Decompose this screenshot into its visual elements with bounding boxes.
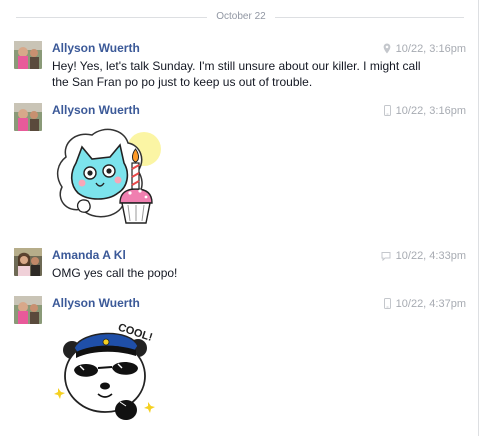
mobile-phone-icon[interactable]: [383, 105, 391, 120]
message-item: Allyson Wuerth 10/22, 4:37pm COOL!: [14, 296, 466, 436]
conversation-thread: October 22 Allyson Wuerth 10/22, 3:16pm …: [0, 0, 479, 436]
mobile-phone-icon[interactable]: [383, 298, 391, 313]
sender-name[interactable]: Allyson Wuerth: [52, 41, 140, 56]
sender-name[interactable]: Allyson Wuerth: [52, 296, 140, 311]
timestamp: 10/22, 4:33pm: [395, 250, 466, 262]
timestamp: 10/22, 3:16pm: [395, 43, 466, 55]
avatar[interactable]: [14, 103, 42, 131]
sender-name[interactable]: Amanda A Kl: [52, 248, 126, 263]
avatar-photo-icon: [14, 103, 42, 131]
message-item: Allyson Wuerth 10/22, 3:16pm Hey! Yes, l…: [14, 41, 466, 91]
avatar[interactable]: [14, 296, 42, 324]
date-separator: October 22: [16, 10, 464, 24]
cool-police-panda-sticker[interactable]: COOL!: [52, 318, 167, 435]
avatar[interactable]: [14, 248, 42, 276]
date-label: October 22: [216, 11, 266, 22]
avatar-photo-icon: [14, 296, 42, 324]
separator-line-right: [275, 17, 464, 18]
timestamp: 10/22, 4:37pm: [395, 298, 466, 310]
avatar[interactable]: [14, 41, 42, 69]
message-meta: 10/22, 4:37pm: [383, 297, 466, 313]
timestamp: 10/22, 3:16pm: [395, 105, 466, 117]
message-meta: 10/22, 3:16pm: [383, 42, 466, 58]
message-text: Hey! Yes, let's talk Sunday. I'm still u…: [52, 59, 421, 89]
birthday-cat-with-cupcake-sticker[interactable]: [52, 123, 167, 238]
sender-name[interactable]: Allyson Wuerth: [52, 103, 140, 118]
message-meta: 10/22, 3:16pm: [383, 104, 466, 120]
location-pin-icon[interactable]: [383, 43, 391, 58]
message-item: Amanda A Kl 10/22, 4:33pm OMG yes call t…: [14, 248, 466, 284]
separator-line-left: [16, 17, 207, 18]
avatar-photo-icon: [14, 41, 42, 69]
message-item: Allyson Wuerth 10/22, 3:16pm: [14, 103, 466, 233]
message-text: OMG yes call the popo!: [52, 266, 178, 280]
message-meta: 10/22, 4:33pm: [381, 249, 466, 265]
avatar-photo-icon: [14, 248, 42, 276]
chat-bubble-icon[interactable]: [381, 251, 391, 265]
